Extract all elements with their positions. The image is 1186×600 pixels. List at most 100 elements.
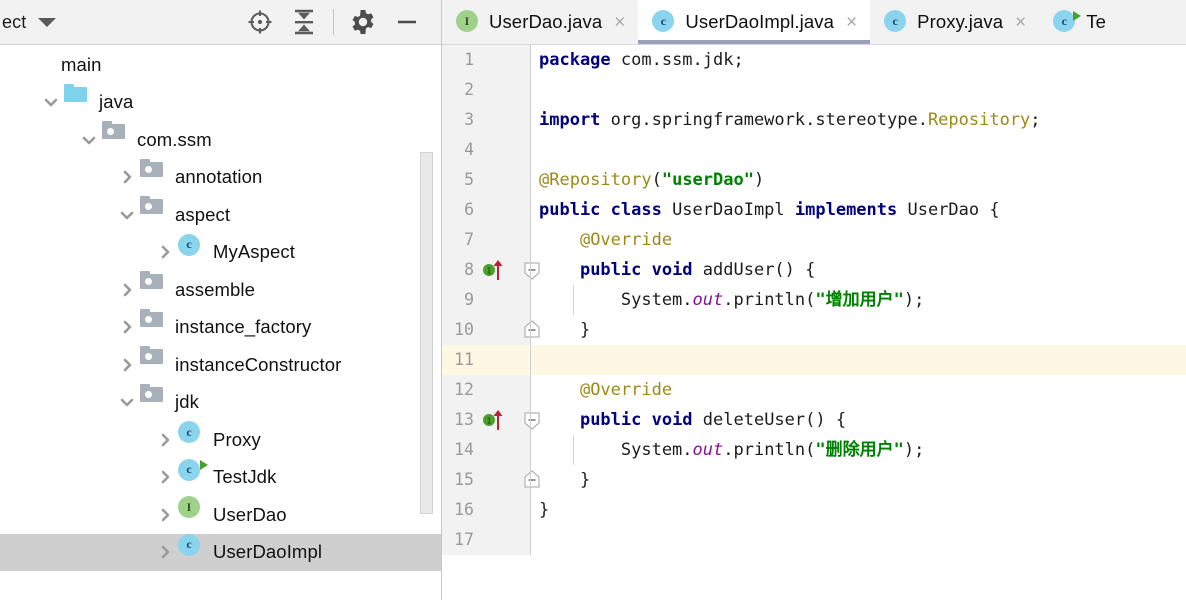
editor-tab-userdao-java[interactable]: I UserDao.java × [442, 0, 639, 44]
tree-item-instance-factory[interactable]: instance_factory [0, 309, 441, 347]
tree-item-main[interactable]: main [0, 46, 441, 84]
code-line[interactable]: 13 1 public void deleteUser() { [442, 405, 1186, 435]
gear-icon[interactable] [341, 0, 385, 45]
chevron-down-icon[interactable] [38, 84, 64, 121]
sidebar-scrollbar-thumb[interactable] [420, 152, 433, 514]
editor-gutter[interactable]: 12 [442, 375, 531, 405]
code-line-text [530, 75, 1186, 105]
tree-item-userdaoimpl[interactable]: c UserDaoImpl [0, 533, 441, 571]
code-token: package [539, 50, 621, 70]
tree-item-testjdk[interactable]: c TestJdk [0, 458, 441, 497]
code-line-text [530, 525, 1186, 555]
tree-item-aspect[interactable]: aspect [0, 196, 441, 234]
code-token: deleteUser() { [702, 410, 847, 430]
editor-gutter[interactable]: 16 [442, 495, 531, 525]
editor-gutter[interactable]: 15 [442, 465, 540, 495]
chevron-right-icon[interactable] [152, 421, 178, 458]
tree-item-myaspect[interactable]: c MyAspect [0, 233, 441, 272]
chevron-right-icon[interactable] [152, 234, 178, 271]
code-token: org.springframework.stereotype. [610, 110, 928, 130]
editor-gutter[interactable]: 1 [442, 45, 531, 75]
line-number: 2 [464, 80, 474, 99]
editor-tab-label: UserDao.java [489, 11, 603, 32]
chevron-down-icon[interactable] [76, 121, 102, 158]
editor-tab-userdaoimpl-java[interactable]: c UserDaoImpl.java × [638, 0, 871, 44]
code-token: .println( [723, 290, 816, 310]
line-number: 1 [464, 50, 474, 69]
code-line[interactable]: 16} [442, 495, 1186, 525]
editor-gutter[interactable]: 14 [442, 435, 531, 465]
chevron-right-icon[interactable] [114, 271, 140, 308]
editor-gutter[interactable]: 3 [442, 105, 531, 135]
code-line[interactable]: 15 } [442, 465, 1186, 495]
code-editor[interactable]: 1 package com.ssm.jdk; 2 3 import org.spring… [442, 45, 1186, 600]
editor-gutter[interactable]: 9 [442, 285, 531, 315]
editor-tab-proxy-java[interactable]: c Proxy.java × [870, 0, 1040, 44]
code-token: addUser() { [702, 260, 816, 280]
close-icon[interactable]: × [611, 13, 628, 32]
tree-item-jdk[interactable]: jdk [0, 384, 441, 422]
editor-gutter[interactable]: 7 [442, 225, 531, 255]
class-icon: c [652, 10, 676, 34]
line-number: 6 [464, 200, 474, 219]
tree-item-label: instanceConstructor [175, 353, 342, 375]
tree-item-proxy[interactable]: c Proxy [0, 421, 441, 459]
locate-in-tree-icon[interactable] [238, 0, 282, 45]
close-icon[interactable]: × [843, 13, 860, 32]
project-tree[interactable]: main java com.ssm annotation aspect c MyAspect… [0, 45, 441, 600]
collapse-all-icon[interactable] [282, 0, 326, 45]
code-line[interactable]: 6 public class UserDaoImpl implements Use… [442, 195, 1186, 225]
editor-gutter[interactable]: 2 [442, 75, 531, 105]
editor-gutter[interactable]: 81 [442, 255, 540, 285]
editor-tab-bar[interactable]: I UserDao.java × c UserDaoImpl.java × c Proxy.j… [442, 0, 1186, 45]
code-line[interactable]: 3 import org.springframework.stereotype.R… [442, 105, 1186, 135]
chevron-right-icon[interactable] [114, 159, 140, 196]
editor-gutter[interactable]: 13 1 [442, 405, 540, 435]
code-line[interactable]: 10 } [442, 315, 1186, 345]
code-line[interactable]: 1 package com.ssm.jdk; [442, 45, 1186, 75]
code-line-text: } [530, 465, 1186, 495]
code-line[interactable]: 12 @Override [442, 375, 1186, 405]
tree-item-instanceconstructor[interactable]: instanceConstructor [0, 346, 441, 384]
tree-item-label: java [99, 91, 134, 113]
code-line[interactable]: 5 @Repository("userDao") [442, 165, 1186, 195]
editor-gutter[interactable]: 5 [442, 165, 531, 195]
implementing-method-marker-icon[interactable]: 1 [482, 259, 506, 281]
chevron-down-icon[interactable] [114, 196, 140, 233]
code-token: "userDao" [661, 170, 754, 190]
chevron-right-icon[interactable] [114, 346, 140, 383]
code-line[interactable]: 81 public void addUser() { [442, 255, 1186, 285]
code-token: "增加用户" [815, 290, 904, 310]
tree-item-assemble[interactable]: assemble [0, 271, 441, 309]
chevron-right-icon[interactable] [152, 534, 178, 571]
code-token: public void [579, 260, 703, 280]
code-line[interactable]: 11 [442, 345, 1186, 375]
tree-item-userdao[interactable]: I UserDao [0, 496, 441, 534]
tree-item-java[interactable]: java [0, 84, 441, 122]
chevron-down-icon[interactable] [38, 17, 57, 27]
chevron-right-icon[interactable] [114, 309, 140, 346]
code-line[interactable]: 17 [442, 525, 1186, 555]
editor-gutter[interactable]: 10 [442, 315, 540, 345]
code-line[interactable]: 14 System.out.println("删除用户"); [442, 435, 1186, 465]
editor-tab-te[interactable]: c Te [1039, 0, 1116, 44]
sidebar-scrollbar-track[interactable] [420, 47, 437, 600]
minimize-icon[interactable] [385, 0, 429, 45]
chevron-right-icon[interactable] [152, 496, 178, 533]
editor-gutter[interactable]: 17 [442, 525, 531, 555]
editor-gutter[interactable]: 6 [442, 195, 531, 225]
chevron-down-icon[interactable] [114, 384, 140, 421]
runnable-class-icon: c [178, 458, 208, 496]
close-icon[interactable]: × [1012, 13, 1029, 32]
runnable-class-icon: c [1053, 10, 1082, 34]
tree-item-annotation[interactable]: annotation [0, 159, 441, 197]
tree-item-com-ssm[interactable]: com.ssm [0, 121, 441, 159]
editor-gutter[interactable]: 11 [442, 345, 531, 375]
code-line[interactable]: 9 System.out.println("增加用户"); [442, 285, 1186, 315]
chevron-right-icon[interactable] [152, 459, 178, 496]
code-line[interactable]: 4 [442, 135, 1186, 165]
implementing-method-marker-icon[interactable]: 1 [482, 409, 506, 431]
code-line[interactable]: 7 @Override [442, 225, 1186, 255]
code-line[interactable]: 2 [442, 75, 1186, 105]
editor-gutter[interactable]: 4 [442, 135, 531, 165]
